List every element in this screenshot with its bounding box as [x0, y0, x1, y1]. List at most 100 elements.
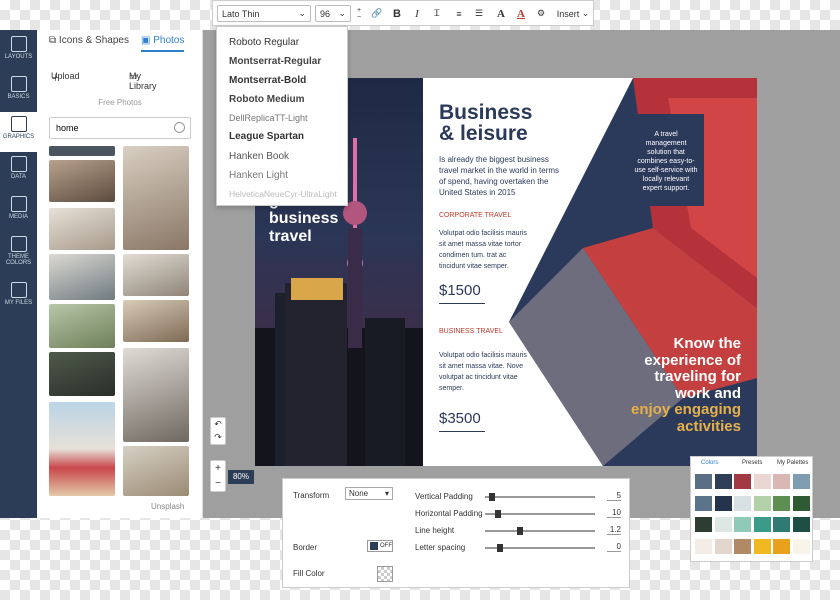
settings-sliders-icon[interactable]: ⚙: [533, 5, 549, 22]
rail-media[interactable]: MEDIA: [0, 192, 37, 232]
color-swatch[interactable]: [773, 474, 790, 489]
section1-body[interactable]: Volutpat odio facilisis mauris sit amet …: [439, 228, 531, 272]
letter-spacing-value[interactable]: 0: [607, 542, 621, 552]
font-option[interactable]: Hanken Light: [229, 170, 288, 181]
font-size-select[interactable]: 96 ⌄: [315, 5, 351, 22]
color-swatch[interactable]: [695, 538, 712, 554]
letter-spacing-slider[interactable]: [485, 544, 595, 552]
font-option[interactable]: DellReplicaTT-Light: [229, 113, 308, 123]
color-swatch[interactable]: [714, 495, 732, 511]
font-option[interactable]: Hanken Book: [229, 151, 289, 162]
font-option[interactable]: HelveticaNeueCyr-UltraLight: [229, 189, 337, 199]
vertical-padding-slider[interactable]: [485, 493, 595, 501]
intro-text[interactable]: Is already the biggest business travel m…: [439, 154, 563, 198]
section2-body[interactable]: Volutpat odio facilisis mauris sit amet …: [439, 350, 531, 394]
link-icon[interactable]: 🔗: [369, 5, 385, 22]
color-swatch[interactable]: [792, 538, 810, 554]
color-swatch[interactable]: [734, 517, 751, 532]
search-icon[interactable]: [174, 122, 185, 133]
tab-photos[interactable]: ▣ Photos: [141, 35, 185, 52]
border-toggle[interactable]: OFF: [367, 540, 393, 552]
know-line4[interactable]: work and: [585, 385, 741, 403]
text-color-icon[interactable]: A: [493, 5, 509, 22]
bold-icon[interactable]: B: [389, 5, 405, 22]
know-line1[interactable]: Know the: [585, 335, 742, 353]
know-line3[interactable]: traveling for: [585, 368, 741, 386]
photo-thumb[interactable]: [49, 254, 115, 300]
color-swatch[interactable]: [773, 495, 790, 511]
photo-thumb[interactable]: [49, 160, 115, 202]
rail-graphics[interactable]: GRAPHICS: [0, 112, 37, 152]
photo-search[interactable]: [49, 117, 191, 139]
undo-icon[interactable]: ↶: [211, 418, 225, 431]
photo-thumb[interactable]: [49, 352, 115, 396]
color-swatch[interactable]: [792, 517, 810, 532]
know-line5[interactable]: enjoy engaging: [585, 401, 741, 419]
line-height-slider[interactable]: [485, 527, 595, 535]
line-height-value[interactable]: 1.2: [607, 525, 621, 535]
rail-theme-colors[interactable]: THEME COLORS: [0, 232, 37, 278]
price-2[interactable]: $3500: [439, 410, 485, 432]
font-option[interactable]: Roboto Regular: [229, 37, 299, 48]
color-swatch[interactable]: [753, 495, 771, 511]
color-swatch[interactable]: [792, 474, 810, 489]
size-stepper[interactable]: + −: [354, 5, 364, 22]
rail-layouts[interactable]: LAYOUTS: [0, 32, 37, 72]
color-swatch[interactable]: [695, 517, 712, 532]
color-swatch[interactable]: [714, 517, 732, 532]
photo-thumb[interactable]: [123, 348, 189, 442]
photo-credit[interactable]: Unsplash: [151, 502, 184, 511]
cover-title-line2[interactable]: business: [269, 210, 338, 228]
plus-icon[interactable]: +: [357, 7, 361, 14]
tab-icons-shapes[interactable]: ⧉ Icons & Shapes: [49, 35, 129, 46]
fill-color-swatch[interactable]: [377, 566, 393, 582]
section2-heading[interactable]: BUSINESS TRAVEL: [439, 328, 503, 335]
color-swatch[interactable]: [714, 474, 732, 489]
photo-thumb[interactable]: [123, 446, 189, 496]
insert-menu[interactable]: Insert ⌄: [553, 5, 593, 22]
photo-thumb[interactable]: [49, 208, 115, 250]
minus-icon[interactable]: −: [357, 14, 361, 21]
headline-line2[interactable]: & leisure: [439, 123, 532, 144]
list-icon[interactable]: ☰: [471, 5, 487, 22]
font-select[interactable]: Lato Thin ⌄: [217, 5, 311, 22]
section1-heading[interactable]: CORPORATE TRAVEL: [439, 212, 511, 219]
font-option[interactable]: League Spartan: [229, 131, 304, 142]
color-swatch[interactable]: [734, 495, 751, 511]
color-swatch[interactable]: [773, 517, 790, 532]
know-line6[interactable]: activities: [585, 418, 741, 436]
photo-thumb[interactable]: [123, 300, 189, 342]
redo-icon[interactable]: ↷: [211, 431, 225, 444]
color-swatch[interactable]: [714, 538, 732, 554]
info-box[interactable]: A travel management solution that combin…: [628, 114, 704, 206]
tab-my-palettes[interactable]: My Palettes: [777, 460, 808, 466]
font-option[interactable]: Roboto Medium: [229, 94, 305, 105]
color-swatch[interactable]: [734, 538, 751, 554]
color-swatch[interactable]: [753, 474, 771, 489]
search-input[interactable]: [50, 118, 168, 138]
transform-select[interactable]: None ▾: [345, 487, 393, 500]
align-icon[interactable]: ≡: [451, 5, 467, 22]
tab-colors[interactable]: Colors: [701, 460, 718, 466]
zoom-out-button[interactable]: −: [211, 476, 225, 491]
italic-icon[interactable]: I: [409, 5, 425, 22]
photo-thumb[interactable]: [49, 402, 115, 496]
rail-my-files[interactable]: MY FILES: [0, 278, 37, 318]
color-swatch[interactable]: [695, 495, 712, 511]
headline-line1[interactable]: Business: [439, 102, 532, 123]
horizontal-padding-slider[interactable]: [485, 510, 595, 518]
rail-basics[interactable]: BASICS: [0, 72, 37, 112]
rail-data[interactable]: DATA: [0, 152, 37, 192]
vertical-padding-value[interactable]: 5: [607, 491, 621, 501]
text-style-icon[interactable]: Ꮖ: [429, 5, 445, 22]
know-line2[interactable]: experience of: [585, 352, 741, 370]
horizontal-padding-value[interactable]: 10: [607, 508, 621, 518]
color-swatch[interactable]: [773, 538, 790, 554]
photo-thumb[interactable]: [49, 146, 115, 156]
highlight-color-icon[interactable]: A: [513, 5, 529, 22]
font-option[interactable]: Montserrat-Regular: [229, 56, 321, 67]
price-1[interactable]: $1500: [439, 282, 485, 304]
cover-title-line3[interactable]: travel: [269, 228, 338, 246]
color-swatch[interactable]: [734, 474, 751, 489]
color-swatch[interactable]: [753, 538, 771, 554]
